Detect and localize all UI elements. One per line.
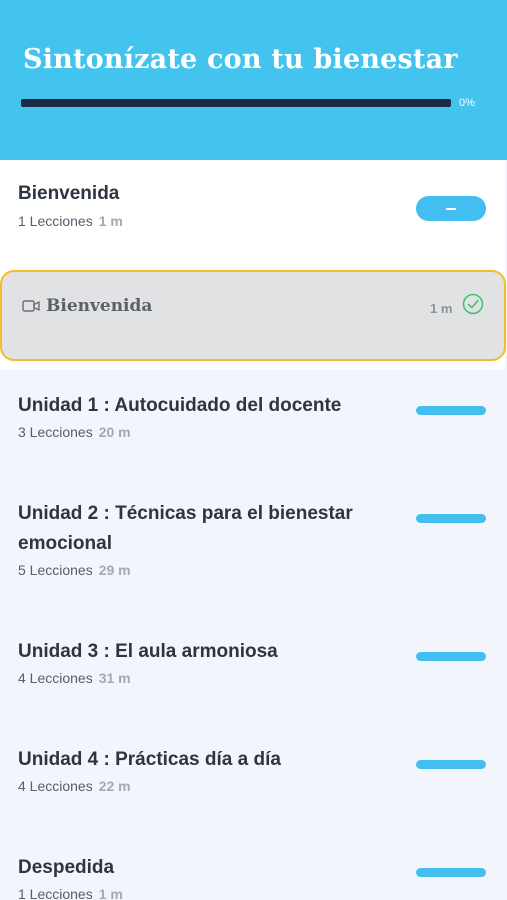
- expand-section-button[interactable]: [416, 760, 486, 769]
- section-duration: 31 m: [98, 670, 131, 686]
- expand-section-button[interactable]: [416, 406, 486, 415]
- minus-icon: [446, 208, 456, 210]
- section-title: Unidad 2 : Técnicas para el bienestar em…: [18, 503, 353, 554]
- section-title: Despedida: [18, 857, 115, 878]
- section-duration: 22 m: [98, 778, 131, 794]
- video-icon: [22, 300, 40, 312]
- section-meta: 1 Lecciones 1 m: [18, 213, 123, 229]
- section-title: Bienvenida: [18, 183, 120, 204]
- expand-section-button[interactable]: [416, 868, 486, 877]
- section-duration: 1 m: [98, 886, 123, 900]
- section-meta: 1 Lecciones 1 m: [18, 886, 123, 900]
- section-meta: 5 Lecciones 29 m: [18, 562, 131, 578]
- section-duration: 29 m: [98, 562, 131, 578]
- course-progress-label: 0%: [459, 97, 475, 109]
- expand-section-button[interactable]: [416, 652, 486, 661]
- section-title: Unidad 1 : Autocuidado del docente: [18, 395, 342, 416]
- lesson-duration: 1 m: [430, 301, 453, 316]
- section-lessons-count: 4 Lecciones: [18, 778, 93, 794]
- section-meta: 3 Lecciones 20 m: [18, 424, 131, 440]
- section-lessons-count: 3 Lecciones: [18, 424, 93, 440]
- section-duration: 20 m: [98, 424, 131, 440]
- section-lessons-count: 4 Lecciones: [18, 670, 93, 686]
- check-circle-icon: [462, 293, 484, 315]
- lesson-item-bienvenida[interactable]: Bienvenida 1 m: [0, 270, 506, 361]
- collapse-section-button[interactable]: [416, 196, 486, 221]
- section-meta: 4 Lecciones 22 m: [18, 778, 131, 794]
- course-title: Sintonízate con tu bienestar: [23, 44, 458, 75]
- expand-section-button[interactable]: [416, 514, 486, 523]
- section-title: Unidad 3 : El aula armoniosa: [18, 641, 278, 662]
- section-duration: 1 m: [98, 213, 123, 229]
- section-title: Unidad 4 : Prácticas día a día: [18, 749, 281, 770]
- section-lessons-count: 1 Lecciones: [18, 213, 93, 229]
- lesson-title: Bienvenida: [46, 296, 153, 316]
- section-lessons-count: 5 Lecciones: [18, 562, 93, 578]
- section-meta: 4 Lecciones 31 m: [18, 670, 131, 686]
- course-header: Sintonízate con tu bienestar 0%: [0, 0, 507, 160]
- section-lessons-count: 1 Lecciones: [18, 886, 93, 900]
- course-progress-bar: [21, 99, 451, 107]
